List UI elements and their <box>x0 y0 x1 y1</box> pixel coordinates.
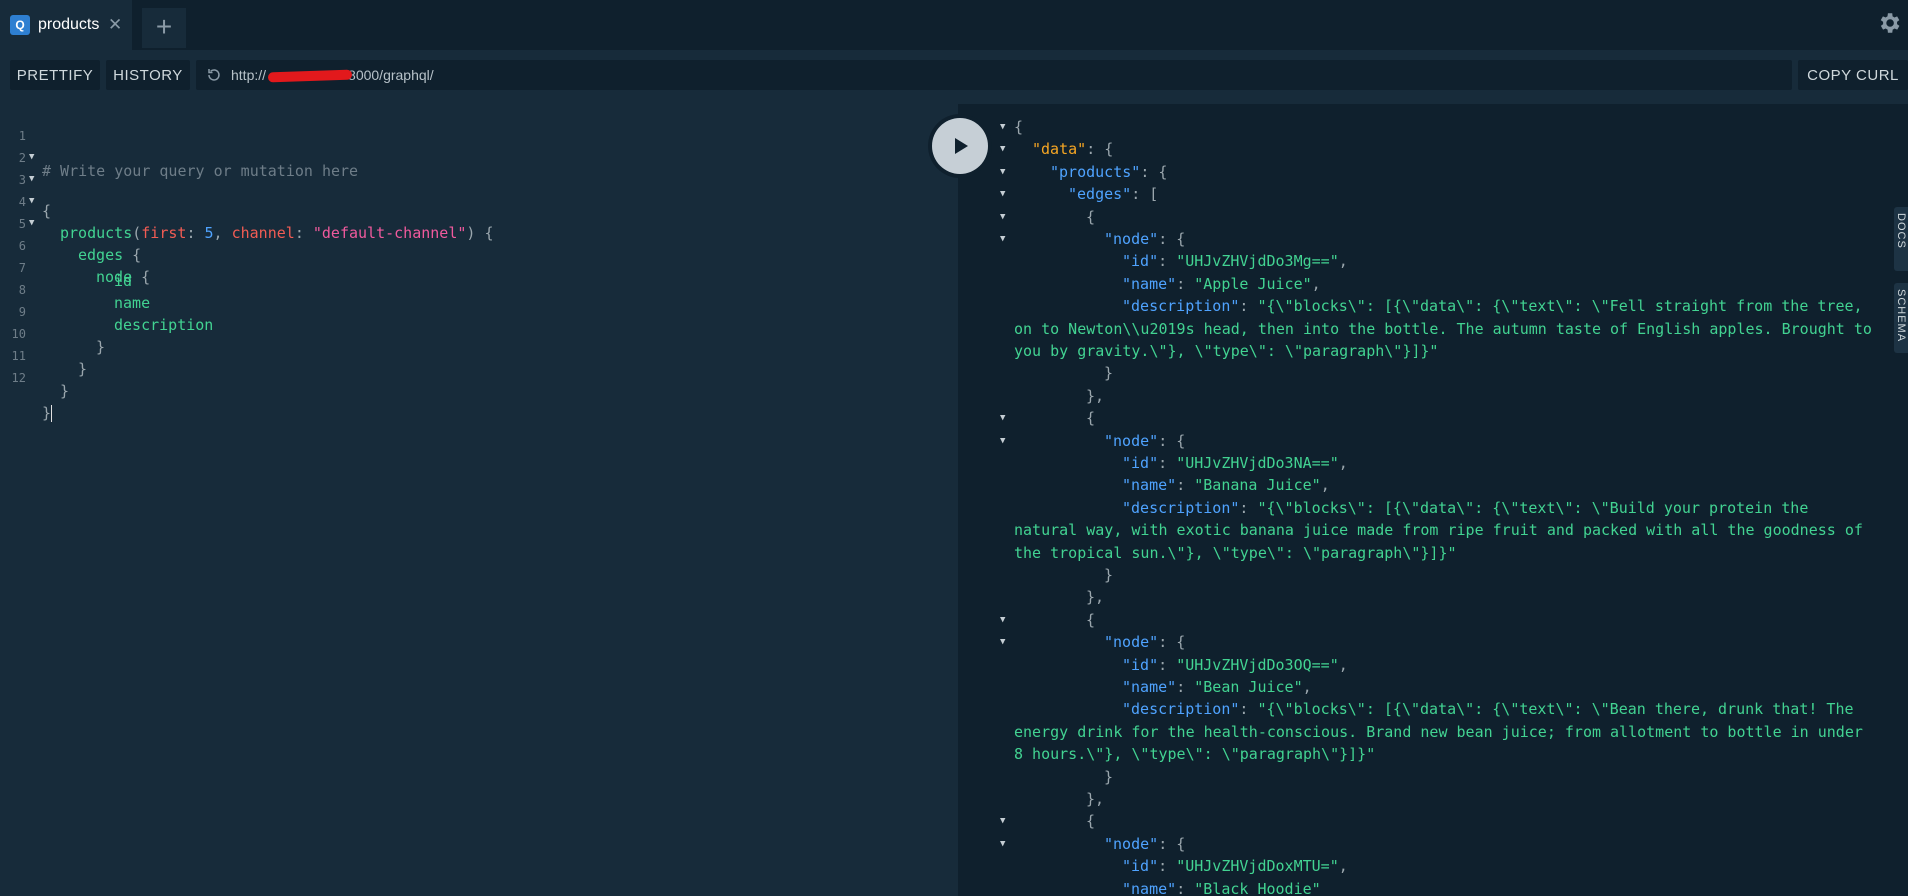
result-line: natural way, with exotic banana juice ma… <box>1014 521 1863 540</box>
result-line: "id": "UHJvZHVjdDo3NA==", <box>1122 454 1348 472</box>
history-button[interactable]: HISTORY <box>106 60 190 90</box>
result-line: }, <box>1086 386 1105 405</box>
docs-tab[interactable]: DOCS <box>1894 207 1908 271</box>
result-line: }, <box>1086 790 1105 808</box>
result-line: "name": "Apple Juice", <box>1122 274 1321 293</box>
editor-line: 10 } <box>11 327 88 378</box>
result-line: } <box>1104 767 1114 786</box>
query-editor[interactable]: 1 # Write your query or mutation here 2 … <box>0 104 958 896</box>
result-line: } <box>1104 566 1114 584</box>
fold-arrow-icon[interactable]: ▼ <box>29 196 34 206</box>
result-line: "name": "Banana Juice", <box>1122 476 1330 495</box>
result-line: }, <box>1086 588 1105 607</box>
tab-title: products <box>38 16 100 33</box>
result-line: ▼ "node": { <box>1000 633 1186 652</box>
result-line: "name": "Bean Juice", <box>1122 678 1312 696</box>
result-line: 8 hours.\"}, \"type\": \"paragraph\"}]}" <box>1014 745 1376 764</box>
fold-arrow-icon[interactable]: ▼ <box>1000 122 1005 132</box>
fold-arrow-icon[interactable]: ▼ <box>1000 189 1005 199</box>
editor-line: 11 } <box>11 349 70 400</box>
fold-arrow-icon[interactable]: ▼ <box>29 174 34 184</box>
result-line: ▼{ <box>1000 409 1096 428</box>
text-cursor <box>51 405 53 422</box>
result-line: ▼ "products": { <box>1000 162 1168 181</box>
result-line: "description": "{\"blocks\": [{\"data\":… <box>1122 297 1863 316</box>
copy-curl-button[interactable]: COPY CURL <box>1798 60 1908 90</box>
fold-arrow-icon[interactable]: ▼ <box>1000 212 1005 222</box>
play-icon <box>955 138 968 154</box>
tab-products[interactable]: Q products ✕ <box>0 0 132 50</box>
gear-icon[interactable] <box>1876 10 1902 36</box>
reload-icon[interactable] <box>206 67 222 83</box>
result-viewer[interactable]: ▼{▼ "data": {▼ "products": {▼ "edges": [▼{▼… <box>958 104 1908 896</box>
result-line: the tropical sun.\"}, \"type\": \"paragr… <box>1014 543 1457 562</box>
fold-arrow-icon[interactable]: ▼ <box>1000 167 1005 177</box>
fold-arrow-icon[interactable]: ▼ <box>1000 615 1005 625</box>
fold-arrow-icon[interactable]: ▼ <box>1000 234 1005 244</box>
result-line: energy drink for the health-conscious. B… <box>1014 722 1863 741</box>
fold-arrow-icon[interactable]: ▼ <box>1000 839 1005 849</box>
toolbar: PRETTIFY HISTORY http://8000/graphql/ CO… <box>0 50 1908 104</box>
editor-line: 8 description <box>18 283 214 334</box>
fold-arrow-icon[interactable]: ▼ <box>1000 413 1005 423</box>
fold-arrow-icon[interactable]: ▼ <box>29 152 34 162</box>
result-line: "description": "{\"blocks\": [{\"data\":… <box>1122 498 1809 517</box>
close-icon[interactable]: ✕ <box>108 15 122 35</box>
fold-arrow-icon[interactable]: ▼ <box>1000 637 1005 647</box>
schema-tab[interactable]: SCHEMA <box>1894 283 1908 353</box>
editor-line: 1 # Write your query or mutation here <box>18 129 359 180</box>
result-line: ▼ "node": { <box>1000 431 1186 450</box>
result-line: ▼{ <box>1000 207 1096 226</box>
result-line: you by gravity.\"}, \"type\": \"paragrap… <box>1014 342 1439 360</box>
endpoint-url-input[interactable]: http://8000/graphql/ <box>196 60 1792 90</box>
result-line: ▼{ <box>1000 118 1024 136</box>
fold-arrow-icon[interactable]: ▼ <box>1000 144 1005 154</box>
tab-bar: Q products ✕ + <box>0 0 1908 50</box>
editor-line: 2 ▼ { <box>18 151 52 220</box>
result-line: on to Newton\\u2019s head, then into the… <box>1014 319 1872 338</box>
execute-query-button[interactable] <box>928 114 992 178</box>
editor-line: 9 } <box>18 305 106 356</box>
prettify-button[interactable]: PRETTIFY <box>10 60 100 90</box>
result-line: } <box>1104 364 1114 383</box>
result-line: "id": "UHJvZHVjdDoxMTU=", <box>1122 857 1348 876</box>
result-line: ▼{ <box>1000 610 1096 629</box>
result-line: ▼ "edges": [ <box>1000 185 1159 204</box>
editor-line: 6 id <box>18 239 133 290</box>
editor-line: 12 } <box>11 371 53 422</box>
result-line: ▼ "node": { <box>1000 834 1186 853</box>
result-line: "id": "UHJvZHVjdDo3OQ==", <box>1122 655 1348 674</box>
fold-arrow-icon[interactable]: ▼ <box>1000 816 1005 826</box>
tab-badge: Q <box>10 15 30 35</box>
result-line: ▼{ <box>1000 812 1096 831</box>
fold-arrow-icon[interactable]: ▼ <box>29 218 34 228</box>
result-line: "description": "{\"blocks\": [{\"data\":… <box>1122 700 1854 719</box>
fold-arrow-icon[interactable]: ▼ <box>1000 436 1005 446</box>
result-line: "name": "Black Hoodie" <box>1122 879 1321 896</box>
result-line: ▼ "node": { <box>1000 230 1186 248</box>
result-line: "id": "UHJvZHVjdDo3Mg==", <box>1122 252 1348 271</box>
editor-line: 5 ▼ node { <box>18 217 151 286</box>
editor-line: 3 ▼ products(first: 5, channel: "default… <box>18 173 494 242</box>
editor-line: 7 name <box>18 261 151 312</box>
editor-line: 4 ▼ edges { <box>18 195 142 264</box>
result-line: ▼ "data": { <box>1000 140 1114 159</box>
add-tab-button[interactable]: + <box>142 8 186 48</box>
